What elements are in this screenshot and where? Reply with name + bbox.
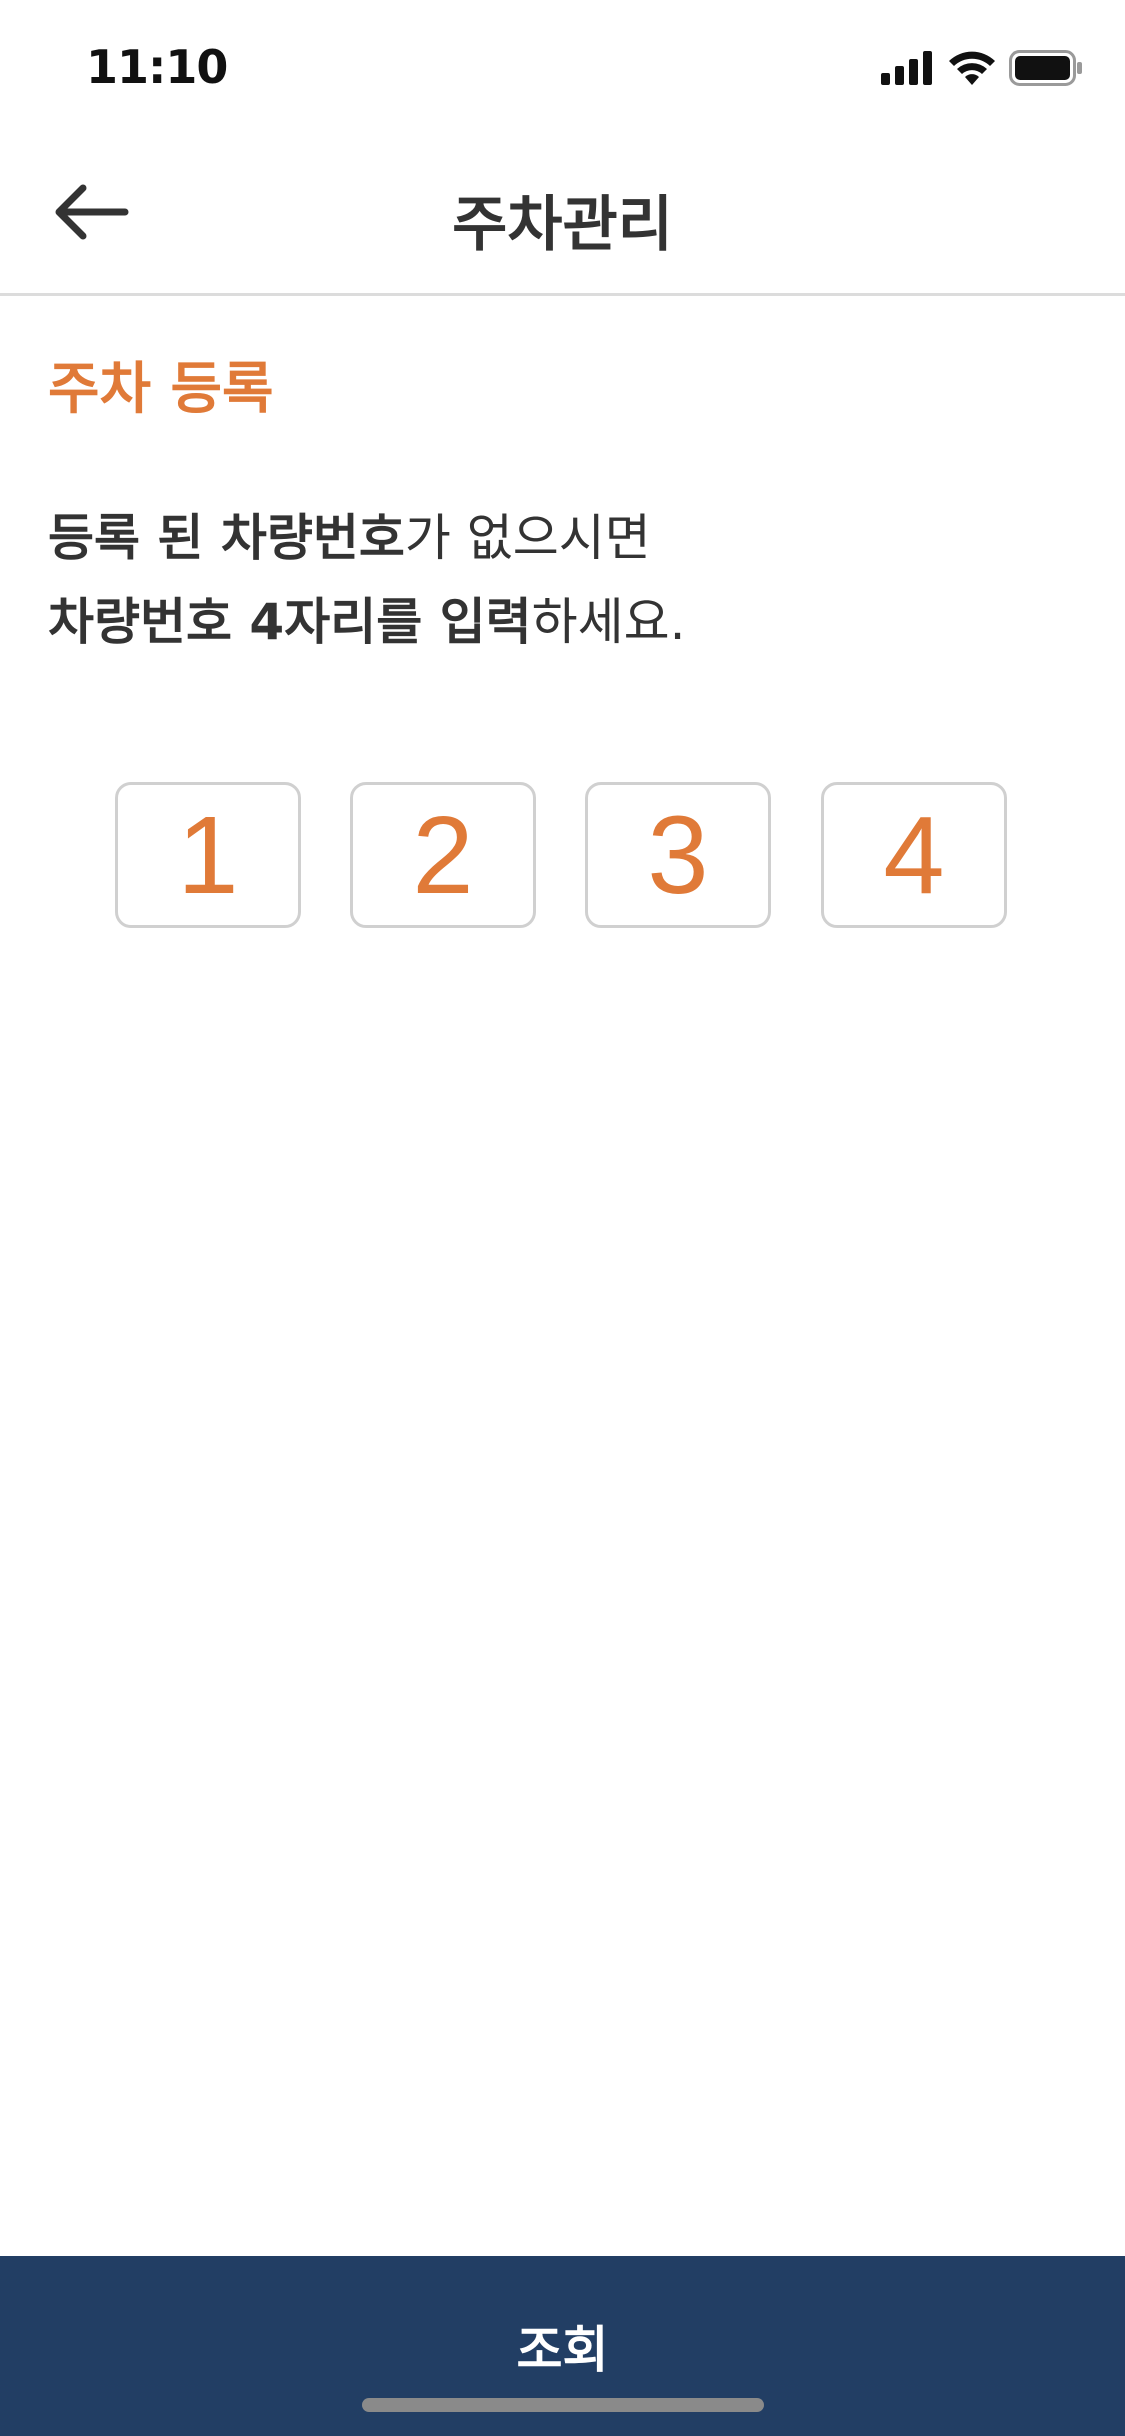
- section-title: 주차 등록: [48, 357, 274, 422]
- battery-icon: [1009, 50, 1083, 90]
- instructions-line-1: 등록 된 차량번호가 없으시면: [48, 496, 686, 580]
- instructions-line-1-rest: 가 없으시면: [404, 509, 651, 567]
- instructions-line-2-bold-2: 입력: [439, 593, 532, 651]
- screen: 11:10 주차관리 주차 등록 등록 된 차량번호가 없으시면 차량번호 4자…: [0, 0, 1125, 2436]
- plate-digit-1[interactable]: 1: [115, 782, 301, 928]
- status-time: 11:10: [86, 40, 228, 94]
- wifi-icon: [949, 51, 995, 89]
- instructions-line-1-bold: 등록 된 차량번호: [48, 509, 405, 567]
- status-bar: 11:10: [0, 0, 1125, 132]
- status-icons: [881, 50, 1083, 90]
- instructions-text: 등록 된 차량번호가 없으시면 차량번호 4자리를 입력하세요.: [48, 496, 686, 664]
- instructions-line-2-rest: 하세요.: [531, 593, 686, 651]
- plate-digit-4[interactable]: 4: [821, 782, 1007, 928]
- search-button-label: 조회: [516, 2321, 609, 2379]
- plate-digit-3[interactable]: 3: [585, 782, 771, 928]
- instructions-line-2: 차량번호 4자리를 입력하세요.: [48, 580, 686, 664]
- page-title: 주차관리: [452, 190, 673, 260]
- signal-icon: [881, 51, 935, 89]
- home-indicator: [362, 2398, 764, 2412]
- plate-digit-2[interactable]: 2: [350, 782, 536, 928]
- instructions-line-2-bold: 차량번호 4자리를: [48, 593, 440, 651]
- nav-bar: 주차관리: [0, 132, 1125, 296]
